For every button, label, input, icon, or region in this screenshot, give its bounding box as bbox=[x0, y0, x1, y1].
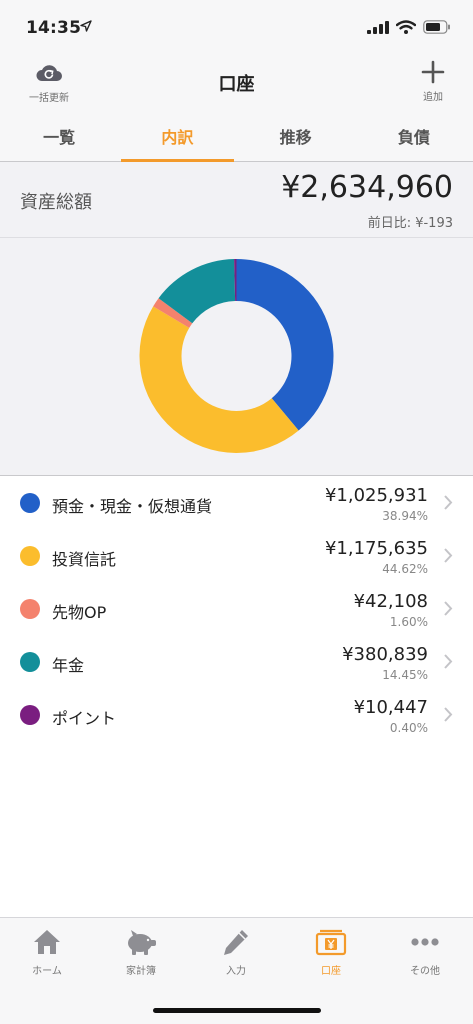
list-item-amount: ¥1,175,635 bbox=[324, 538, 428, 559]
list-item-percent: 38.94% bbox=[382, 509, 428, 523]
segment-tabs: 一覧 内訳 推移 負債 bbox=[0, 110, 473, 162]
tabbar-more[interactable]: その他 bbox=[378, 928, 472, 977]
list-item-points[interactable]: ポイント ¥10,447 0.40% bbox=[0, 688, 473, 741]
pencil-icon bbox=[224, 930, 248, 955]
list-item-amount: ¥1,025,931 bbox=[324, 485, 428, 506]
plus-icon bbox=[421, 60, 445, 84]
total-assets-label: 資産総額 bbox=[20, 192, 92, 213]
list-item-amount: ¥380,839 bbox=[342, 644, 428, 665]
list-item-percent: 14.45% bbox=[382, 668, 428, 682]
signal-icon bbox=[367, 20, 389, 34]
add-label: 追加 bbox=[423, 92, 443, 103]
chevron-right-icon bbox=[444, 654, 453, 669]
list-item-percent: 44.62% bbox=[382, 562, 428, 576]
asset-breakdown-chart bbox=[0, 238, 473, 476]
total-assets-summary: 資産総額 ¥2,634,960 前日比: ¥-193 bbox=[0, 162, 473, 238]
tab-list[interactable]: 一覧 bbox=[0, 110, 118, 161]
list-item-deposits[interactable]: 預金・現金・仮想通貨 ¥1,025,931 38.94% bbox=[0, 476, 473, 529]
chevron-right-icon bbox=[444, 495, 453, 510]
list-item-label: 年金 bbox=[52, 656, 85, 675]
tab-liabilities[interactable]: 負債 bbox=[355, 110, 473, 161]
page-title: 口座 bbox=[218, 74, 255, 95]
tab-breakdown[interactable]: 内訳 bbox=[118, 110, 236, 162]
home-icon bbox=[34, 930, 60, 954]
color-dot bbox=[20, 493, 40, 513]
status-time: 14:35 bbox=[26, 18, 82, 38]
chevron-right-icon bbox=[444, 601, 453, 616]
home-indicator bbox=[153, 1008, 321, 1013]
list-item-percent: 1.60% bbox=[389, 615, 428, 629]
tabbar-label: 家計簿 bbox=[126, 966, 156, 977]
list-item-label: 投資信託 bbox=[52, 550, 117, 569]
list-item-percent: 0.40% bbox=[389, 721, 428, 735]
tabbar-label: 口座 bbox=[321, 966, 341, 977]
tabbar-input[interactable]: 入力 bbox=[189, 928, 283, 977]
donut-slice-1 bbox=[139, 306, 299, 453]
list-item-investment-trust[interactable]: 投資信託 ¥1,175,635 44.62% bbox=[0, 529, 473, 582]
list-item-amount: ¥42,108 bbox=[353, 591, 428, 612]
color-dot bbox=[20, 599, 40, 619]
tabbar-label: 入力 bbox=[226, 966, 246, 977]
wifi-icon bbox=[396, 20, 416, 34]
tab-trend[interactable]: 推移 bbox=[237, 110, 355, 161]
color-dot bbox=[20, 546, 40, 566]
donut-chart bbox=[139, 259, 334, 453]
day-change: 前日比: ¥-193 bbox=[367, 216, 453, 231]
total-assets-amount: ¥2,634,960 bbox=[281, 170, 453, 205]
color-dot bbox=[20, 705, 40, 725]
chevron-right-icon bbox=[444, 707, 453, 722]
list-item-label: ポイント bbox=[52, 709, 117, 728]
more-icon bbox=[411, 938, 439, 946]
status-bar: 14:35 bbox=[0, 0, 473, 58]
color-dot bbox=[20, 652, 40, 672]
tabbar-label: その他 bbox=[410, 966, 440, 977]
battery-icon bbox=[423, 20, 450, 34]
tabbar-label: ホーム bbox=[32, 966, 62, 977]
donut-slice-0 bbox=[236, 259, 334, 431]
tabbar-home[interactable]: ホーム bbox=[0, 928, 94, 977]
asset-list: 預金・現金・仮想通貨 ¥1,025,931 38.94% 投資信託 ¥1,175… bbox=[0, 476, 473, 741]
piggy-bank-icon bbox=[128, 930, 156, 955]
list-item-pension[interactable]: 年金 ¥380,839 14.45% bbox=[0, 635, 473, 688]
chevron-right-icon bbox=[444, 548, 453, 563]
tabbar-household-ledger[interactable]: 家計簿 bbox=[94, 928, 188, 977]
wallet-icon bbox=[315, 929, 347, 956]
list-item-label: 預金・現金・仮想通貨 bbox=[52, 497, 213, 516]
list-item-amount: ¥10,447 bbox=[353, 697, 428, 718]
location-arrow-icon bbox=[80, 20, 92, 32]
add-button[interactable]: 追加 bbox=[413, 60, 453, 103]
list-item-label: 先物OP bbox=[52, 603, 107, 622]
tabbar-accounts[interactable]: 口座 bbox=[284, 928, 378, 977]
list-item-futures-op[interactable]: 先物OP ¥42,108 1.60% bbox=[0, 582, 473, 635]
nav-header: 一括更新 口座 追加 bbox=[0, 58, 473, 110]
